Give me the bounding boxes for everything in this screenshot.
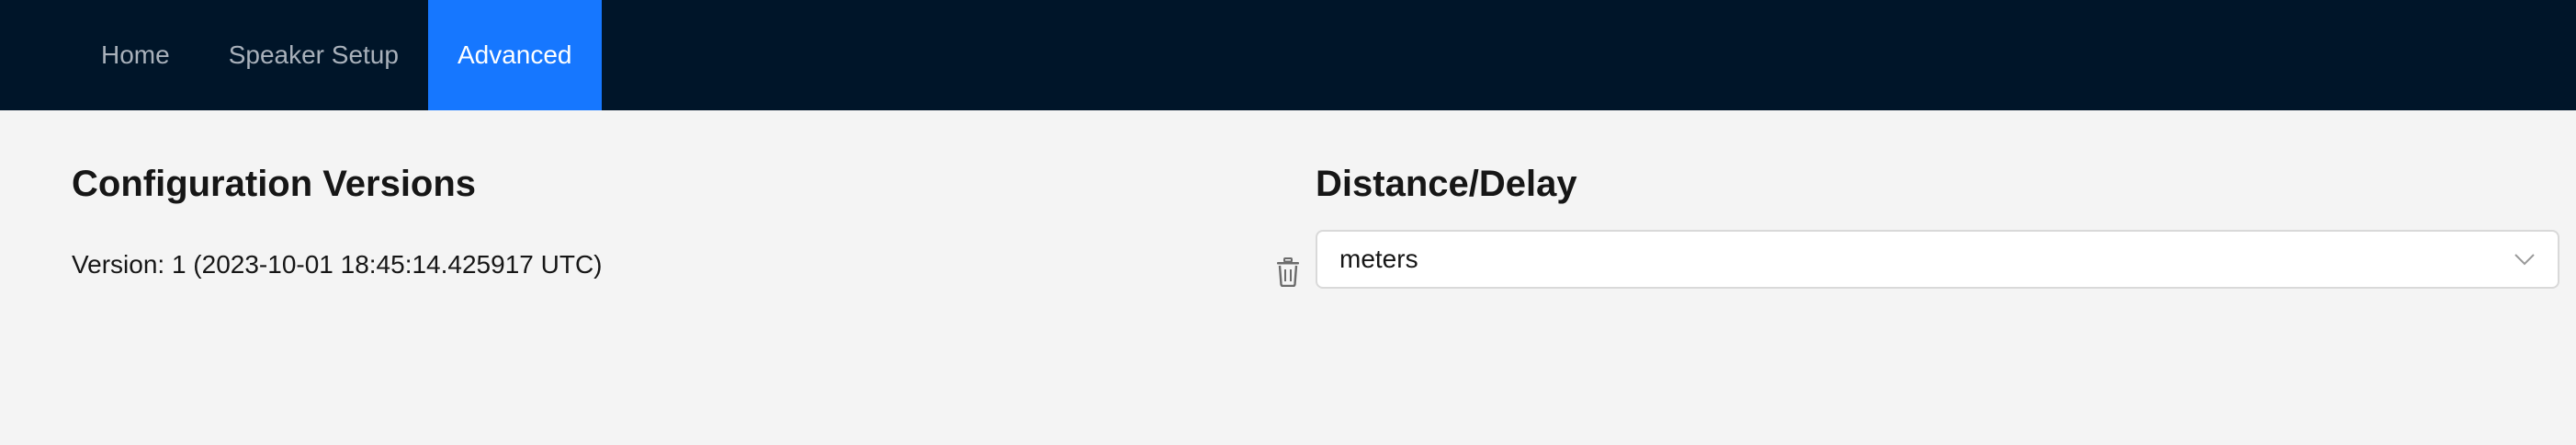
delete-version-button[interactable] (1275, 257, 1301, 288)
nav-item-speaker-setup[interactable]: Speaker Setup (199, 0, 428, 110)
distance-unit-select[interactable]: meters (1316, 230, 2559, 289)
version-item: Version: 1 (2023-10-01 18:45:14.425917 U… (72, 250, 603, 279)
configuration-versions-title: Configuration Versions (72, 164, 477, 204)
top-nav: Home Speaker Setup Advanced (0, 0, 2576, 110)
trash-icon (1277, 257, 1299, 288)
chevron-down-icon (2514, 254, 2535, 266)
nav-item-advanced[interactable]: Advanced (427, 0, 602, 110)
nav-item-home[interactable]: Home (72, 0, 199, 110)
distance-unit-value: meters (1339, 245, 1418, 273)
main-content: Configuration Versions Version: 1 (2023-… (0, 110, 2576, 445)
distance-delay-title: Distance/Delay (1316, 164, 1577, 204)
